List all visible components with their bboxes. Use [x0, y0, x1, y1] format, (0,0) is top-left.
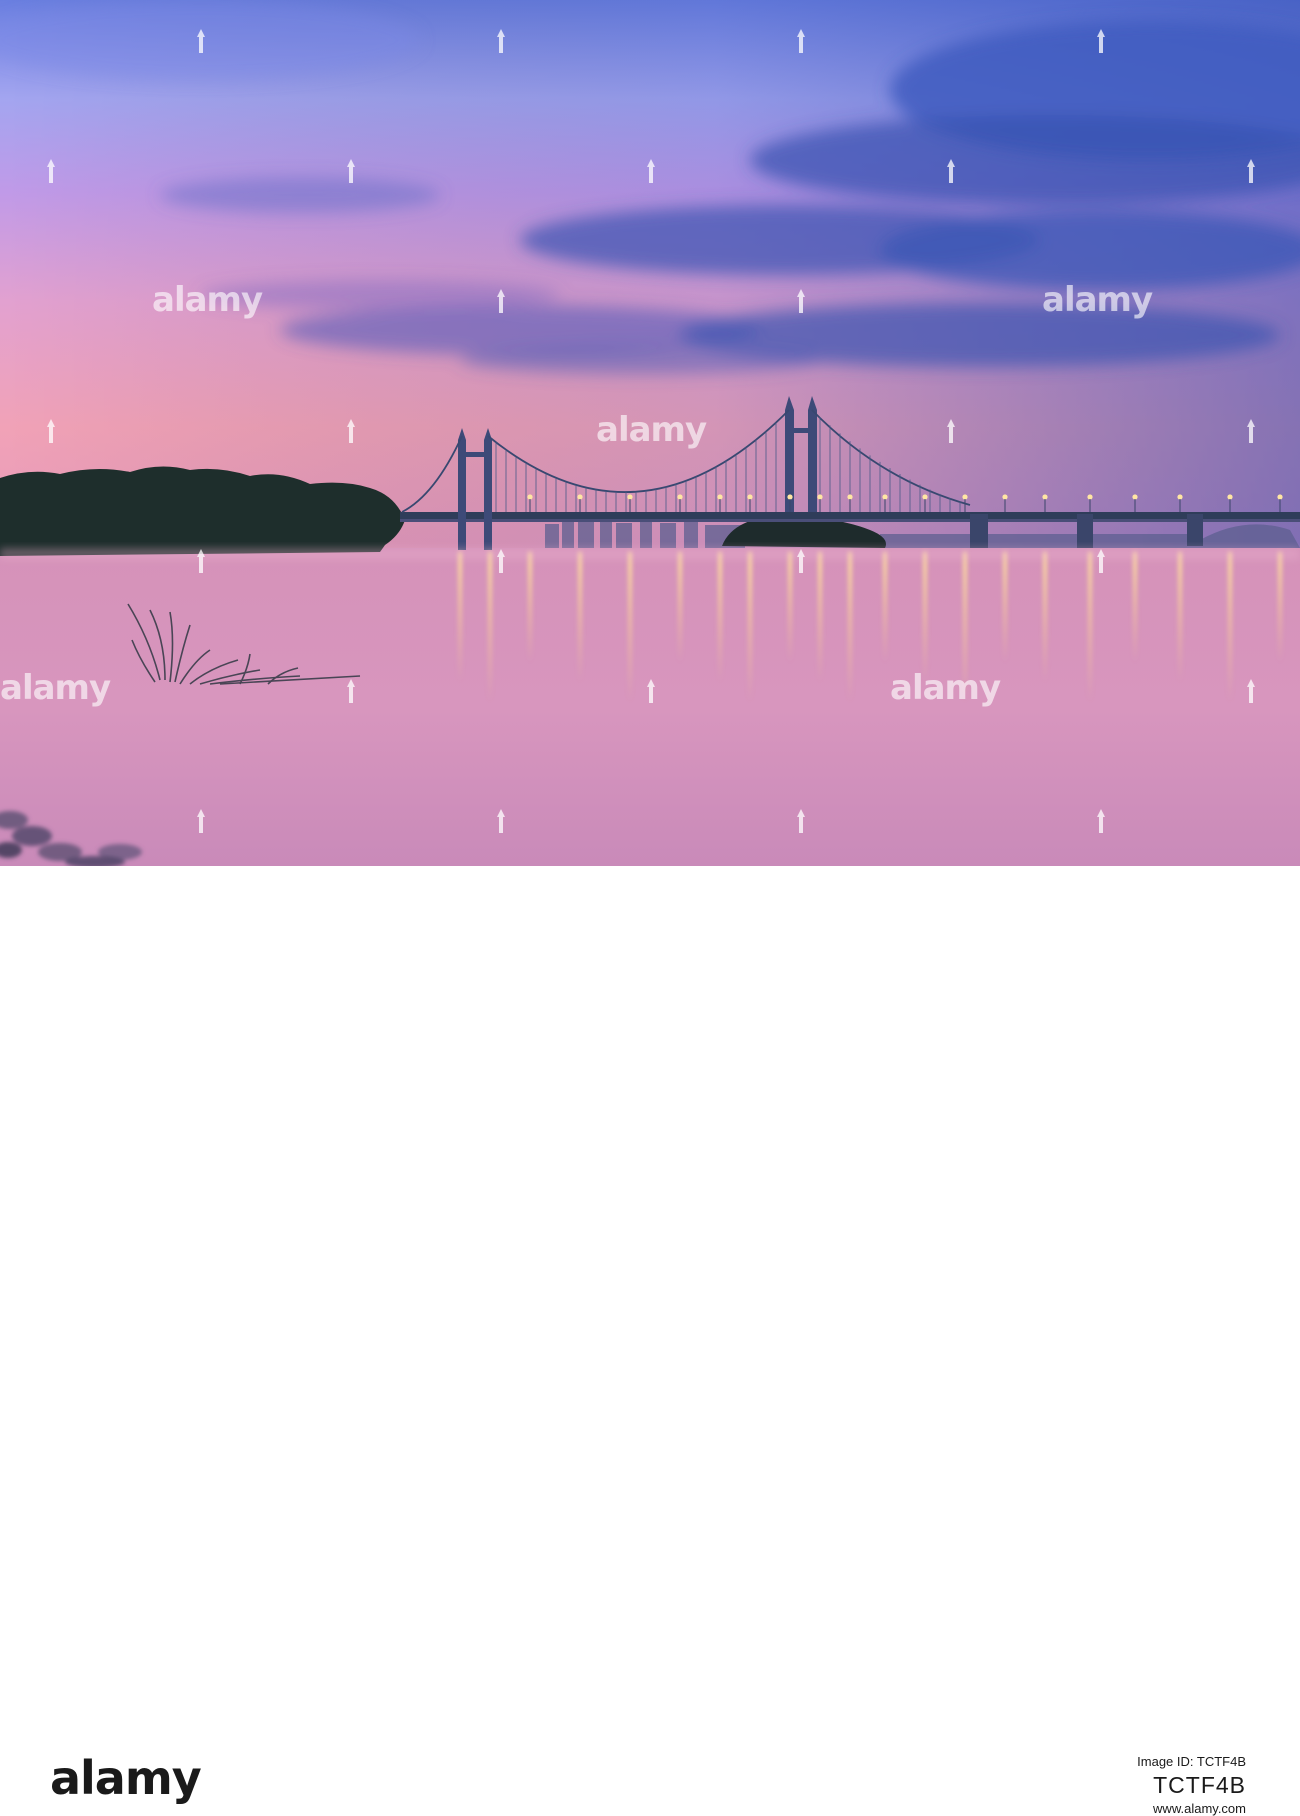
light-reflection: [458, 552, 462, 682]
watermark-mark: [1244, 678, 1258, 704]
watermark-mark: [794, 548, 808, 574]
street-lamp: [577, 494, 583, 500]
street-lamp: [922, 494, 928, 500]
watermark-mark: [494, 28, 508, 54]
light-reflection: [883, 552, 887, 662]
light-reflection: [488, 552, 492, 702]
street-lamp: [817, 494, 823, 500]
light-reflection: [1088, 552, 1092, 702]
alamy-logo[interactable]: alamy: [50, 1748, 202, 1808]
light-reflection: [1003, 552, 1007, 662]
street-lamp: [1277, 494, 1283, 500]
street-lamp: [1132, 494, 1138, 500]
light-reflection: [788, 552, 792, 662]
watermark-mark: [344, 158, 358, 184]
watermark-mark: [494, 808, 508, 834]
street-lamp: [747, 494, 753, 500]
watermark-mark: [494, 288, 508, 314]
watermark-mark: [944, 158, 958, 184]
street-lamp: [527, 494, 533, 500]
watermark-mark: [944, 418, 958, 444]
site-url[interactable]: www.alamy.com: [1153, 1801, 1246, 1816]
footer-bar: alamy Image ID: TCTF4B TCTF4B www.alamy.…: [0, 866, 1300, 1816]
watermark-mark: [1244, 158, 1258, 184]
watermark-mark: [1094, 28, 1108, 54]
watermark-mark: [344, 418, 358, 444]
street-lamp: [1177, 494, 1183, 500]
watermark: alamy: [596, 410, 707, 450]
watermark-mark: [644, 158, 658, 184]
street-lamp: [787, 494, 793, 500]
watermark: alamy: [1042, 280, 1153, 320]
watermark-mark: [794, 28, 808, 54]
image-id-label: Image ID: TCTF4B: [1137, 1754, 1246, 1769]
street-lamp: [1227, 494, 1233, 500]
watermark-mark: [194, 548, 208, 574]
watermark-mark: [194, 808, 208, 834]
light-reflection: [678, 552, 682, 662]
watermark: alamy: [152, 280, 263, 320]
street-lamp: [962, 494, 968, 500]
light-reflection: [578, 552, 582, 682]
light-reflection: [1228, 552, 1232, 702]
watermark-mark: [344, 678, 358, 704]
street-lamp: [717, 494, 723, 500]
light-reflection: [923, 552, 927, 682]
light-reflection: [718, 552, 722, 682]
light-reflection: [748, 552, 752, 702]
watermark-mark: [1094, 808, 1108, 834]
watermark: alamy: [0, 668, 111, 708]
watermark-mark: [794, 288, 808, 314]
watermark-mark: [194, 28, 208, 54]
watermark-mark: [1244, 418, 1258, 444]
street-lamp: [1042, 494, 1048, 500]
image-id: TCTF4B: [1153, 1772, 1246, 1798]
street-lamp: [1087, 494, 1093, 500]
watermark-mark: [44, 418, 58, 444]
watermark: alamy: [890, 668, 1001, 708]
street-lamp: [1002, 494, 1008, 500]
light-reflection: [1043, 552, 1047, 682]
light-reflection: [818, 552, 822, 682]
street-lamp: [882, 494, 888, 500]
watermark-mark: [44, 158, 58, 184]
stock-photo: alamy alamy alamy alamy alamy: [0, 0, 1300, 866]
light-reflection: [528, 552, 532, 662]
street-lamp: [677, 494, 683, 500]
light-reflection: [1278, 552, 1282, 662]
watermark-mark: [644, 678, 658, 704]
street-lamp: [627, 494, 633, 500]
light-reflection: [848, 552, 852, 702]
street-lamp: [847, 494, 853, 500]
light-reflection: [628, 552, 632, 702]
watermark-mark: [794, 808, 808, 834]
light-reflection: [1133, 552, 1137, 662]
light-reflection: [1178, 552, 1182, 682]
watermark-mark: [494, 548, 508, 574]
watermark-mark: [1094, 548, 1108, 574]
